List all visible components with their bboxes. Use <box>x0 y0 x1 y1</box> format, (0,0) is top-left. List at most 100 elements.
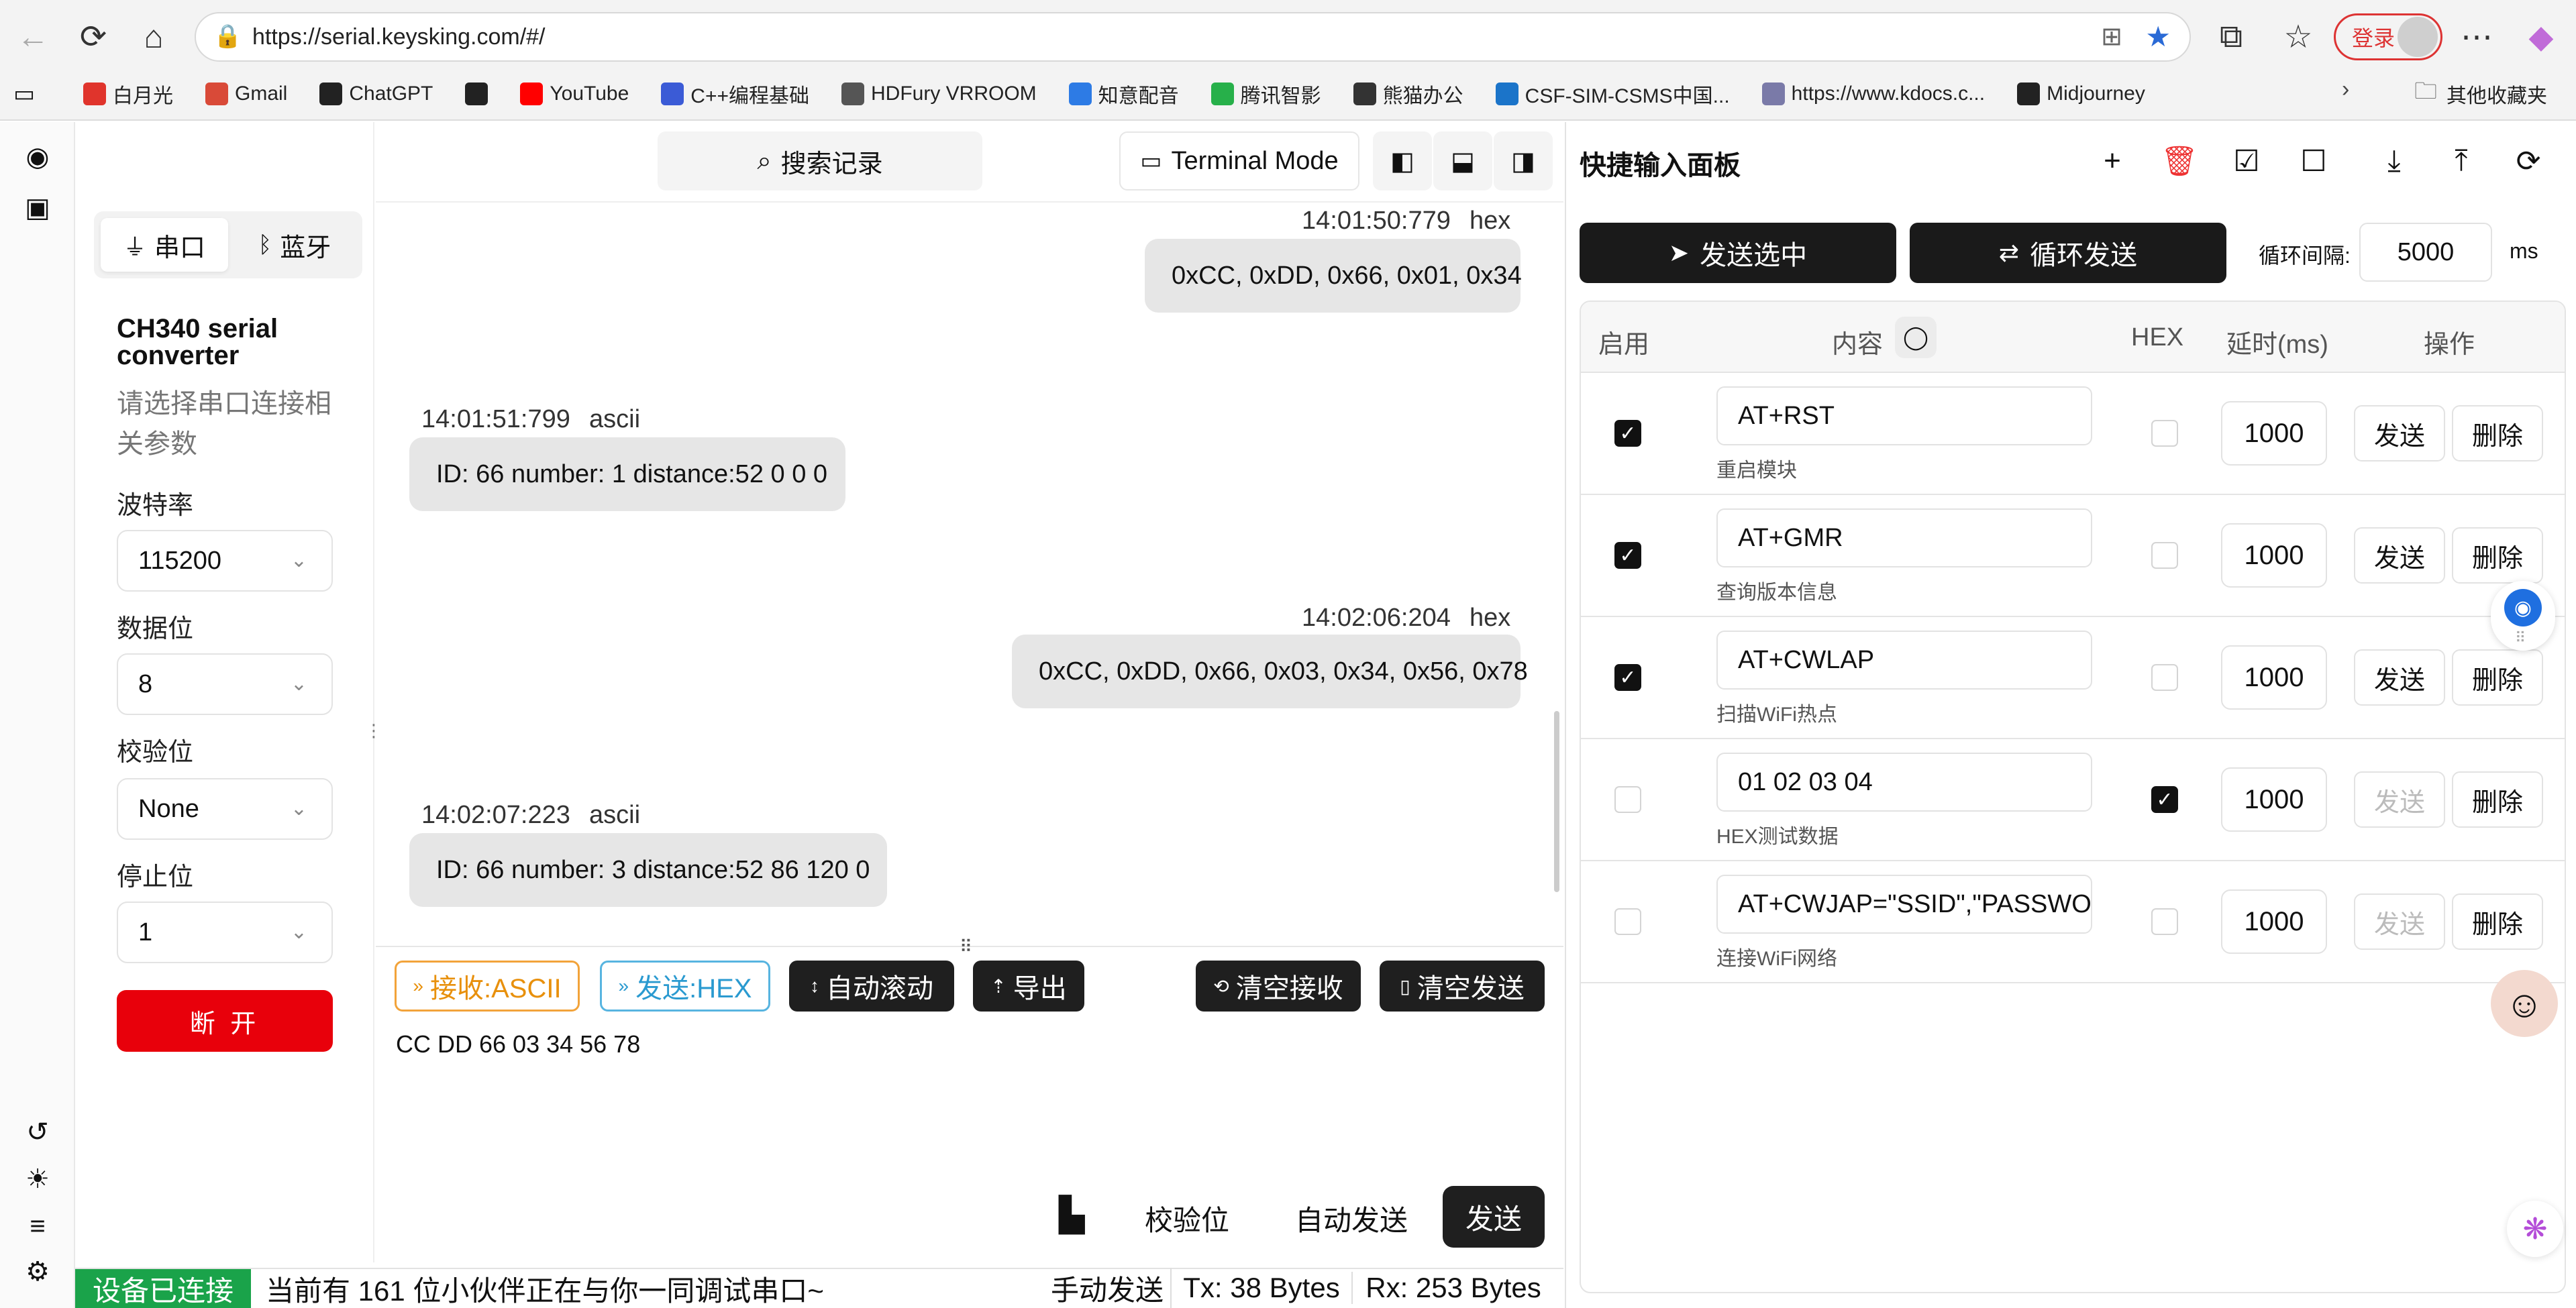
row-delete-button[interactable]: 删除 <box>2452 771 2543 828</box>
delay-input[interactable]: 1000 <box>2221 523 2327 588</box>
favorite-star-icon[interactable]: ★ <box>2145 20 2171 53</box>
enable-checkbox[interactable] <box>1614 908 1641 935</box>
bookmark-item[interactable]: Gmail <box>205 83 287 105</box>
delete-icon[interactable]: 🗑 <box>2159 141 2200 181</box>
send-hex-button[interactable]: » 发送:HEX <box>600 961 770 1012</box>
assistant-avatar[interactable]: ☺ <box>2491 970 2558 1037</box>
content-input[interactable]: AT+GMR <box>1716 508 2092 567</box>
delay-input[interactable]: 1000 <box>2221 645 2327 710</box>
clear-receive-button[interactable]: ⟲ 清空接收 <box>1196 961 1361 1012</box>
row-delete-button[interactable]: 删除 <box>2452 405 2543 461</box>
format-brush-icon[interactable]: ▙ <box>1059 1195 1084 1234</box>
row-delete-button[interactable]: 删除 <box>2452 649 2543 706</box>
chevron-right-icon[interactable]: › <box>2342 76 2349 103</box>
resize-handle[interactable]: ⋮ <box>365 720 382 741</box>
bookmark-item[interactable]: ChatGPT <box>319 83 433 105</box>
home-icon[interactable]: ⌂ <box>130 13 177 60</box>
toggle-bottom-panel-icon[interactable]: ⬓ <box>1433 131 1492 190</box>
checksum-button[interactable]: 校验位 <box>1145 1198 1229 1239</box>
delay-input[interactable]: 1000 <box>2221 401 2327 466</box>
drag-handle-icon[interactable]: ⠿ <box>960 936 972 957</box>
delay-input[interactable]: 1000 <box>2221 767 2327 832</box>
export-button[interactable]: ⇡ 导出 <box>973 961 1084 1012</box>
back-icon[interactable]: ← <box>9 13 56 60</box>
interval-input[interactable]: 5000 <box>2359 223 2492 282</box>
bookmark-item[interactable]: YouTube <box>520 83 629 105</box>
bookmark-item[interactable]: https://www.kdocs.c... <box>1761 83 1985 105</box>
reload-icon[interactable]: ⟳ <box>70 13 117 60</box>
disconnect-button[interactable]: 断 开 <box>117 990 333 1052</box>
login-button[interactable]: 登录 <box>2334 13 2442 60</box>
copilot-icon[interactable]: ◆ <box>2518 13 2565 60</box>
send-button[interactable]: 发送 <box>1443 1186 1545 1248</box>
add-icon[interactable]: + <box>2092 141 2132 181</box>
enable-checkbox[interactable]: ✓ <box>1614 420 1641 447</box>
brain-icon[interactable]: ❋ <box>2507 1201 2563 1257</box>
content-input[interactable]: AT+CWJAP="SSID","PASSWORD" <box>1716 875 2092 934</box>
loop-send-button[interactable]: ⇄ 循环发送 <box>1910 223 2226 283</box>
enable-checkbox[interactable] <box>1614 786 1641 813</box>
auto-send-button[interactable]: 自动发送 <box>1295 1198 1408 1239</box>
bookmark-item[interactable]: Midjourney <box>2017 83 2145 105</box>
recv-ascii-button[interactable]: » 接收:ASCII <box>395 961 580 1012</box>
refresh-icon[interactable]: ⟳ <box>2508 141 2548 181</box>
row-delete-button[interactable]: 删除 <box>2452 893 2543 950</box>
enable-checkbox[interactable]: ✓ <box>1614 542 1641 569</box>
comment-icon[interactable]: ◯ <box>1895 317 1937 358</box>
hex-checkbox[interactable] <box>2151 664 2178 691</box>
send-input[interactable]: CC DD 66 03 34 56 78 <box>396 1030 1537 1164</box>
tab-serial[interactable]: ⏚ 串口 <box>101 218 228 272</box>
settings-gear-icon[interactable]: ⚙ <box>19 1253 56 1291</box>
more-menu-icon[interactable]: ⋯ <box>2453 13 2500 60</box>
download-icon[interactable]: ⤓ <box>2374 141 2414 181</box>
databits-select[interactable]: 8 ⌄ <box>117 653 333 715</box>
theme-sun-icon[interactable]: ☀ <box>19 1160 56 1198</box>
select-all-icon[interactable]: ☑ <box>2226 141 2267 181</box>
favorites-icon[interactable]: ☆ <box>2275 13 2322 60</box>
row-send-button[interactable]: 发送 <box>2354 527 2445 584</box>
baud-select[interactable]: 115200 ⌄ <box>117 530 333 592</box>
chat-scrollbar[interactable] <box>1554 711 1559 892</box>
github-icon[interactable]: ◉ <box>19 138 56 176</box>
bookmark-item[interactable]: 腾讯智影 <box>1210 79 1321 109</box>
hex-checkbox[interactable] <box>2151 908 2178 935</box>
clear-send-button[interactable]: ▯ 清空发送 <box>1380 961 1545 1012</box>
terminal-mode-button[interactable]: ▭ Terminal Mode <box>1119 131 1359 190</box>
stopbits-select[interactable]: 1 ⌄ <box>117 902 333 963</box>
hex-checkbox[interactable] <box>2151 542 2178 569</box>
bookmark-item[interactable] <box>465 83 488 105</box>
row-send-button[interactable]: 发送 <box>2354 893 2445 950</box>
row-send-button[interactable]: 发送 <box>2354 649 2445 706</box>
hex-checkbox[interactable] <box>2151 420 2178 447</box>
content-input[interactable]: 01 02 03 04 <box>1716 753 2092 812</box>
bookmark-item[interactable]: 白月光 <box>83 79 173 109</box>
deselect-icon[interactable]: ☐ <box>2294 141 2334 181</box>
history-icon[interactable]: ↺ <box>19 1113 56 1151</box>
tab-actions-icon[interactable]: ▭ <box>13 80 35 107</box>
bookmark-item[interactable]: 知意配音 <box>1068 79 1179 109</box>
app-available-icon[interactable]: ⊞ <box>2101 21 2122 52</box>
toggle-left-panel-icon[interactable]: ◧ <box>1373 131 1432 190</box>
content-input[interactable]: AT+RST <box>1716 386 2092 445</box>
search-history-button[interactable]: ⌕ 搜索记录 <box>658 131 982 190</box>
address-bar[interactable]: 🔒 https://serial.keysking.com/#/ ⊞ ★ <box>195 12 2191 62</box>
delay-input[interactable]: 1000 <box>2221 889 2327 954</box>
row-send-button[interactable]: 发送 <box>2354 405 2445 461</box>
bookmark-item[interactable]: CSF-SIM-CSMS中国... <box>1495 79 1730 109</box>
toggle-right-panel-icon[interactable]: ◨ <box>1494 131 1553 190</box>
tab-bluetooth[interactable]: ᛒ 蓝牙 <box>231 218 358 272</box>
content-input[interactable]: AT+CWLAP <box>1716 631 2092 690</box>
enable-checkbox[interactable]: ✓ <box>1614 664 1641 691</box>
extensions-icon[interactable]: ⧉ <box>2208 13 2255 60</box>
row-delete-button[interactable]: 删除 <box>2452 527 2543 584</box>
row-send-button[interactable]: 发送 <box>2354 771 2445 828</box>
parity-select[interactable]: None ⌄ <box>117 778 333 840</box>
bot-icon[interactable]: ▣ <box>19 189 56 227</box>
bookmark-item[interactable]: HDFury VRROOM <box>841 83 1037 105</box>
auto-scroll-button[interactable]: ↕ 自动滚动 <box>789 961 954 1012</box>
upload-icon[interactable]: ⤒ <box>2441 141 2481 181</box>
hex-checkbox[interactable]: ✓ <box>2151 786 2178 813</box>
bookmark-item[interactable]: C++编程基础 <box>661 79 809 109</box>
floating-assistant[interactable]: ◉ ⠿ <box>2491 581 2555 651</box>
other-bookmarks[interactable]: 🗀 其他收藏夹 <box>2414 76 2547 111</box>
